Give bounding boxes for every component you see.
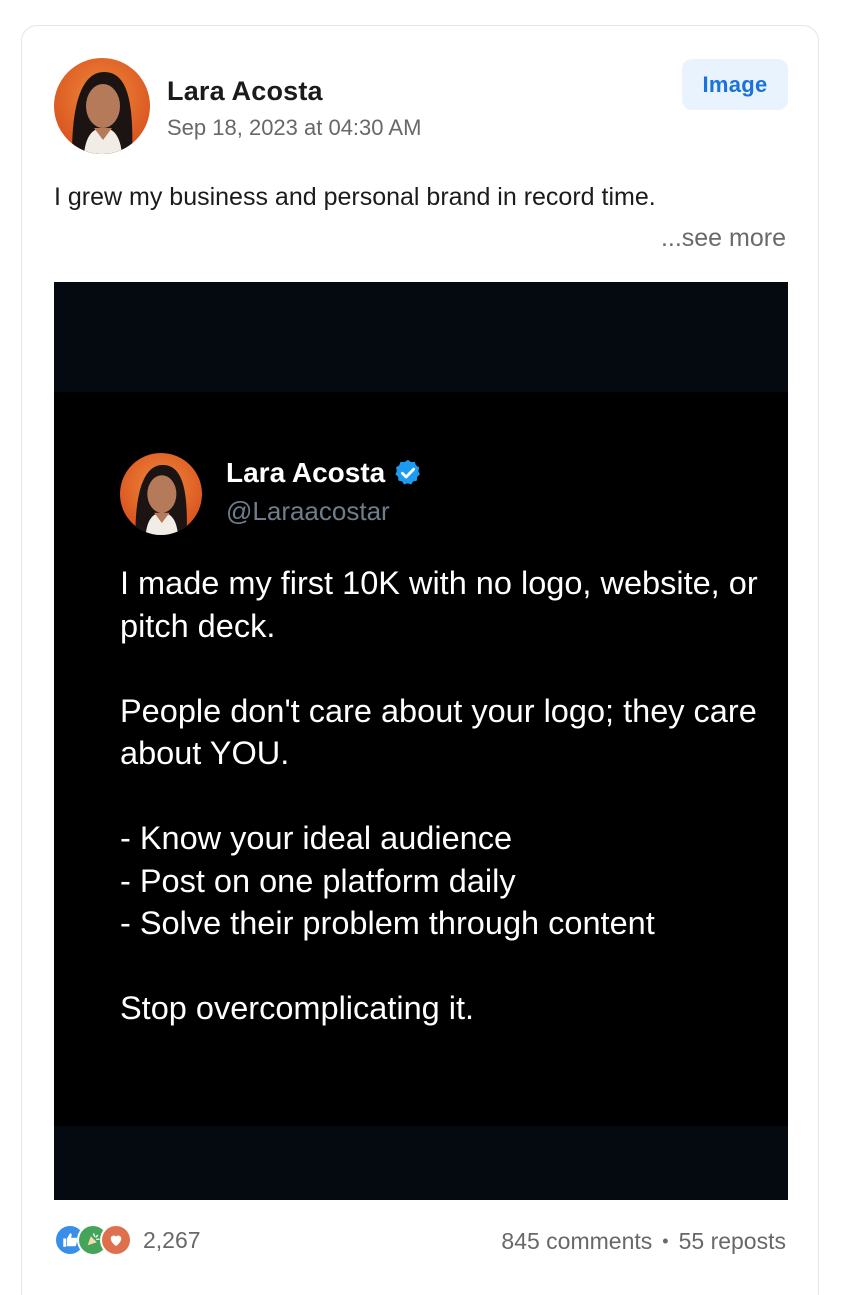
tweet-body: I made my first 10K with no logo, websit… xyxy=(120,562,760,1030)
post-timestamp: Sep 18, 2023 at 04:30 AM xyxy=(167,115,422,140)
tweet-paragraph: Stop overcomplicating it. xyxy=(120,990,475,1026)
stats-separator: • xyxy=(662,1231,669,1251)
engagement-stats: 845 comments • 55 reposts xyxy=(501,1228,786,1255)
tweet-handle: @Laraacostar xyxy=(226,496,390,526)
reposts-count[interactable]: 55 reposts xyxy=(679,1228,786,1255)
reactions-summary[interactable]: 2,267 xyxy=(54,1224,201,1256)
tweet-paragraph: People don't care about your logo; they … xyxy=(120,692,757,772)
author-name[interactable]: Lara Acosta xyxy=(167,76,323,107)
verified-badge-icon xyxy=(393,458,423,488)
author-avatar[interactable] xyxy=(54,58,150,154)
image-bottom-band xyxy=(54,1126,788,1200)
post-image[interactable]: Lara Acosta @Laraacostar I made my first… xyxy=(54,282,788,1200)
tweet-avatar xyxy=(120,453,202,535)
image-top-band xyxy=(54,282,788,392)
post-card: Lara Acosta Sep 18, 2023 at 04:30 AM Ima… xyxy=(21,25,819,1295)
see-more-link[interactable]: ...see more xyxy=(661,224,786,253)
tweet-paragraph: - Know your ideal audience - Post on one… xyxy=(120,820,655,941)
reaction-count[interactable]: 2,267 xyxy=(143,1227,201,1254)
tweet-paragraph: I made my first 10K with no logo, websit… xyxy=(120,565,758,644)
comments-count[interactable]: 845 comments xyxy=(501,1228,652,1255)
reaction-icons xyxy=(54,1224,132,1256)
tweet-author: Lara Acosta xyxy=(226,457,423,489)
post-text: I grew my business and personal brand in… xyxy=(54,183,656,211)
tweet-author-name: Lara Acosta xyxy=(226,457,386,488)
love-icon xyxy=(100,1224,132,1256)
image-type-badge: Image xyxy=(682,59,788,110)
